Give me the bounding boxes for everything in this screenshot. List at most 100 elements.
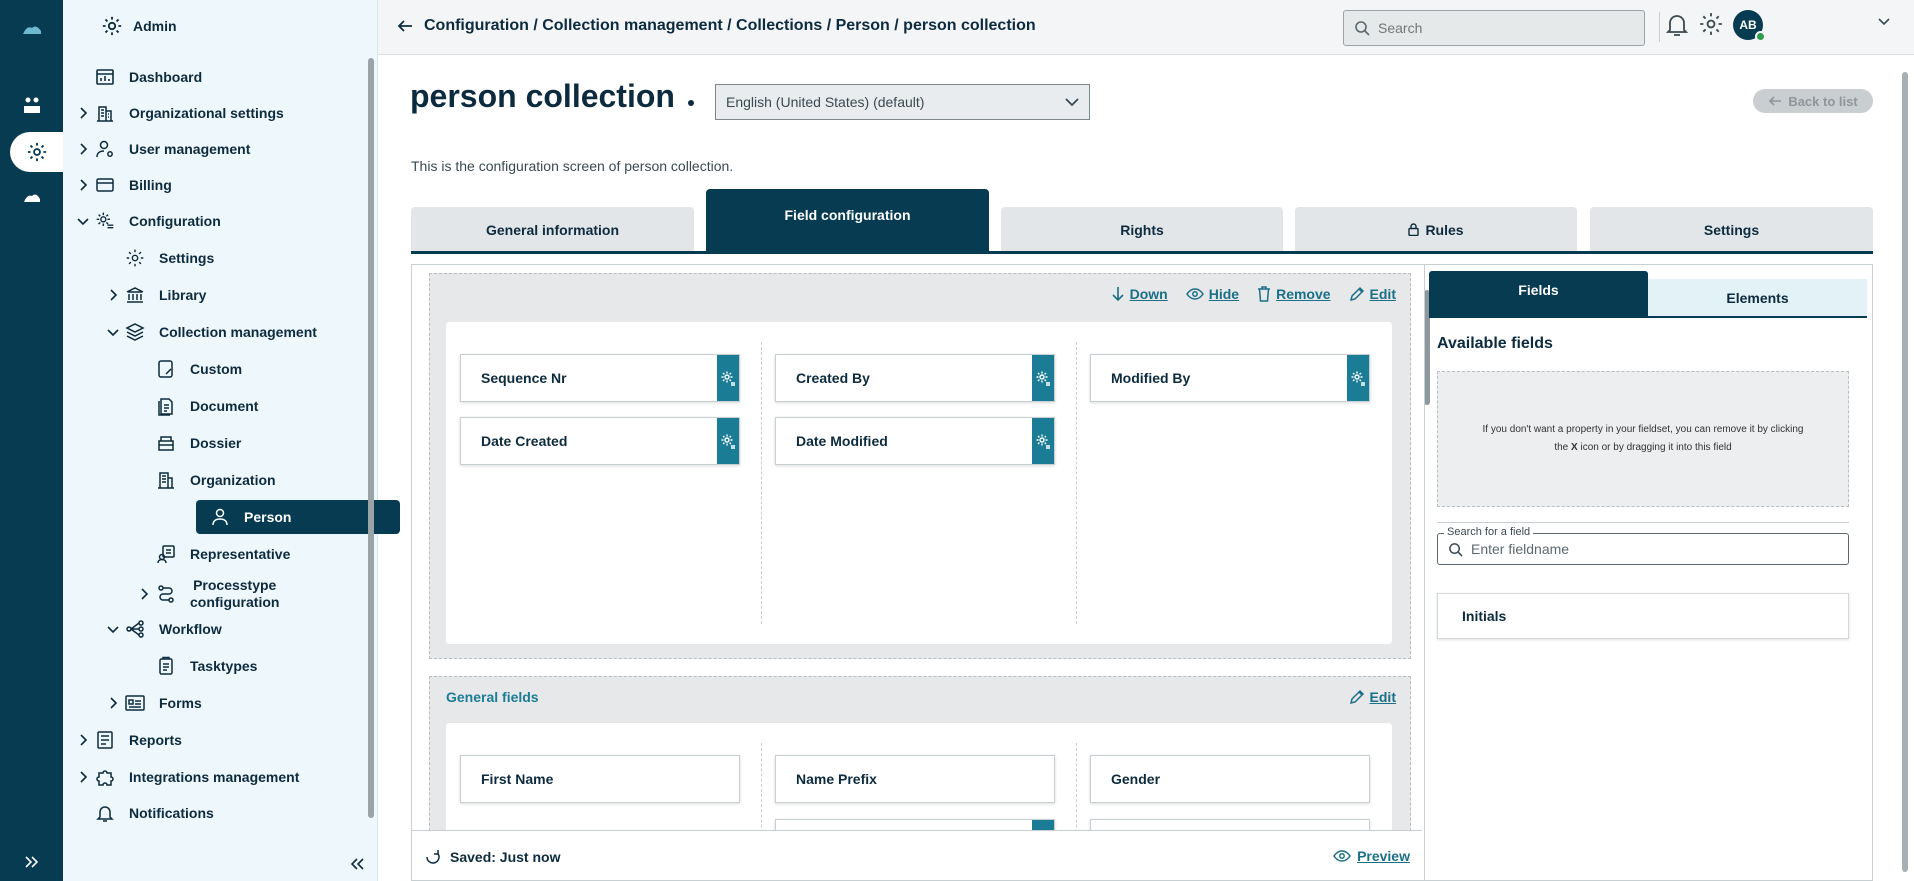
edit-button[interactable]: Edit xyxy=(1349,689,1396,705)
chevron-down-icon[interactable] xyxy=(103,327,123,337)
tab-general-information[interactable]: General information xyxy=(411,207,694,252)
chevron-down-icon[interactable] xyxy=(73,216,93,226)
field-settings-icon[interactable] xyxy=(717,355,739,401)
sidebar-item-tasktypes[interactable]: Tasktypes xyxy=(134,652,257,680)
field-card[interactable]: Modified By xyxy=(1090,354,1370,402)
sidebar-item-notifications[interactable]: Notifications xyxy=(73,799,214,827)
tab-rules[interactable]: Rules xyxy=(1295,207,1577,252)
field-card[interactable]: Date Modified xyxy=(775,417,1055,465)
field-card[interactable]: Name Prefix xyxy=(775,755,1055,803)
sidebar-item-settings[interactable]: Settings xyxy=(103,244,214,272)
representative-icon xyxy=(154,542,178,566)
top-bar: Configuration / Collection management / … xyxy=(378,0,1914,55)
remove-button[interactable]: Remove xyxy=(1257,286,1331,302)
tab-settings[interactable]: Settings xyxy=(1590,207,1873,252)
admin-header[interactable]: Admin xyxy=(101,14,177,38)
field-search-input[interactable] xyxy=(1471,541,1831,557)
sidebar-item-user-management[interactable]: User management xyxy=(73,135,250,163)
move-down-button[interactable]: Down xyxy=(1111,286,1168,302)
field-settings-icon[interactable] xyxy=(1032,418,1054,464)
sidebar-item-organization[interactable]: Organization xyxy=(134,466,276,494)
field-settings-icon[interactable] xyxy=(1032,355,1054,401)
chevron-right-icon[interactable] xyxy=(134,588,154,600)
tab-rights[interactable]: Rights xyxy=(1001,207,1283,252)
save-status: Saved: Just now xyxy=(424,848,560,866)
breadcrumb-path[interactable]: Configuration / Collection management / … xyxy=(424,17,1036,35)
user-gear-icon xyxy=(93,137,117,161)
status-dot xyxy=(688,100,694,106)
search-input[interactable] xyxy=(1378,20,1618,36)
sidebar-scrollbar[interactable] xyxy=(367,58,375,818)
sidebar-item-dossier[interactable]: Dossier xyxy=(134,429,241,457)
sidebar-item-custom[interactable]: Custom xyxy=(134,355,242,383)
pencil-icon xyxy=(1349,689,1364,705)
tab-field-configuration[interactable]: Field configuration xyxy=(706,189,989,252)
sidebar-item-document[interactable]: Document xyxy=(134,392,258,420)
logo-icon[interactable] xyxy=(0,10,63,50)
cloud-icon[interactable] xyxy=(0,178,63,218)
chevron-right-icon[interactable] xyxy=(73,143,93,155)
preview-button[interactable]: Preview xyxy=(1333,848,1410,864)
account-chevron-down-icon[interactable] xyxy=(1878,18,1890,26)
chevron-right-icon[interactable] xyxy=(73,734,93,746)
tab-fields[interactable]: Fields xyxy=(1429,271,1648,316)
cases-icon[interactable] xyxy=(0,86,63,126)
field-card[interactable]: Sequence Nr xyxy=(460,354,740,402)
tab-underline xyxy=(411,251,1873,254)
chevron-right-icon[interactable] xyxy=(73,107,93,119)
page-scrollbar[interactable] xyxy=(1900,60,1910,881)
sidebar-item-reports[interactable]: Reports xyxy=(73,726,182,754)
field-search[interactable]: Search for a field xyxy=(1437,526,1849,565)
chevron-right-icon[interactable] xyxy=(73,179,93,191)
admin-rail-icon[interactable] xyxy=(10,132,63,172)
chevron-right-icon[interactable] xyxy=(103,697,123,709)
edit-button[interactable]: Edit xyxy=(1349,286,1396,302)
sidebar-item-billing[interactable]: Billing xyxy=(73,171,172,199)
field-card[interactable]: Date Created xyxy=(460,417,740,465)
field-search-label: Search for a field xyxy=(1444,526,1534,538)
sidebar-item-representative[interactable]: Representative xyxy=(134,540,290,568)
building-icon xyxy=(93,101,117,125)
puzzle-icon xyxy=(93,765,117,789)
divider xyxy=(1659,12,1660,42)
tab-elements[interactable]: Elements xyxy=(1648,279,1867,316)
language-select[interactable]: English (United States) (default) xyxy=(715,84,1090,120)
chevron-right-icon[interactable] xyxy=(73,771,93,783)
process-icon xyxy=(154,582,178,606)
gear-icon xyxy=(123,246,147,270)
field-card[interactable]: Created By xyxy=(775,354,1055,402)
sidebar-item-integrations-management[interactable]: Integrations management xyxy=(73,763,299,791)
trash-icon xyxy=(1258,286,1271,302)
field-settings-icon[interactable] xyxy=(717,418,739,464)
hide-button[interactable]: Hide xyxy=(1185,286,1239,302)
settings-gear-icon[interactable] xyxy=(1698,11,1724,37)
sidebar-item-library[interactable]: Library xyxy=(103,281,206,309)
global-search[interactable] xyxy=(1343,10,1645,46)
gear-cog-icon xyxy=(93,209,117,233)
sidebar-item-dashboard[interactable]: Dashboard xyxy=(73,63,202,91)
person-icon xyxy=(208,505,232,529)
remove-dropzone[interactable]: If you don't want a property in your fie… xyxy=(1437,371,1849,507)
page-title: person collection xyxy=(410,78,675,114)
chevron-right-icon[interactable] xyxy=(103,289,123,301)
arrow-left-icon xyxy=(1768,96,1782,106)
field-settings-icon[interactable] xyxy=(1347,355,1369,401)
sidebar-item-processtype-configuration[interactable]: Processtype configuration xyxy=(134,577,279,611)
search-icon xyxy=(1354,20,1370,36)
back-to-list-button[interactable]: Back to list xyxy=(1753,89,1873,113)
sidebar-item-forms[interactable]: Forms xyxy=(103,689,202,717)
collapse-sidebar-icon[interactable] xyxy=(349,857,365,871)
sidebar-item-configuration[interactable]: Configuration xyxy=(73,207,221,235)
field-card[interactable]: Gender xyxy=(1090,755,1370,803)
fieldset-section-system: Down Hide Remove Edit Sequence Nr Create… xyxy=(429,273,1411,659)
field-card[interactable]: First Name xyxy=(460,755,740,803)
back-arrow-icon[interactable] xyxy=(396,19,414,33)
sidebar-item-organizational-settings[interactable]: Organizational settings xyxy=(73,99,284,127)
expand-icon[interactable] xyxy=(24,855,40,869)
sidebar-item-collection-management[interactable]: Collection management xyxy=(103,318,317,346)
user-avatar[interactable]: AB xyxy=(1733,10,1766,42)
chevron-down-icon[interactable] xyxy=(103,624,123,634)
available-field-card[interactable]: Initials xyxy=(1437,593,1849,639)
notifications-bell-icon[interactable] xyxy=(1665,12,1689,38)
sidebar-item-workflow[interactable]: Workflow xyxy=(103,615,222,643)
